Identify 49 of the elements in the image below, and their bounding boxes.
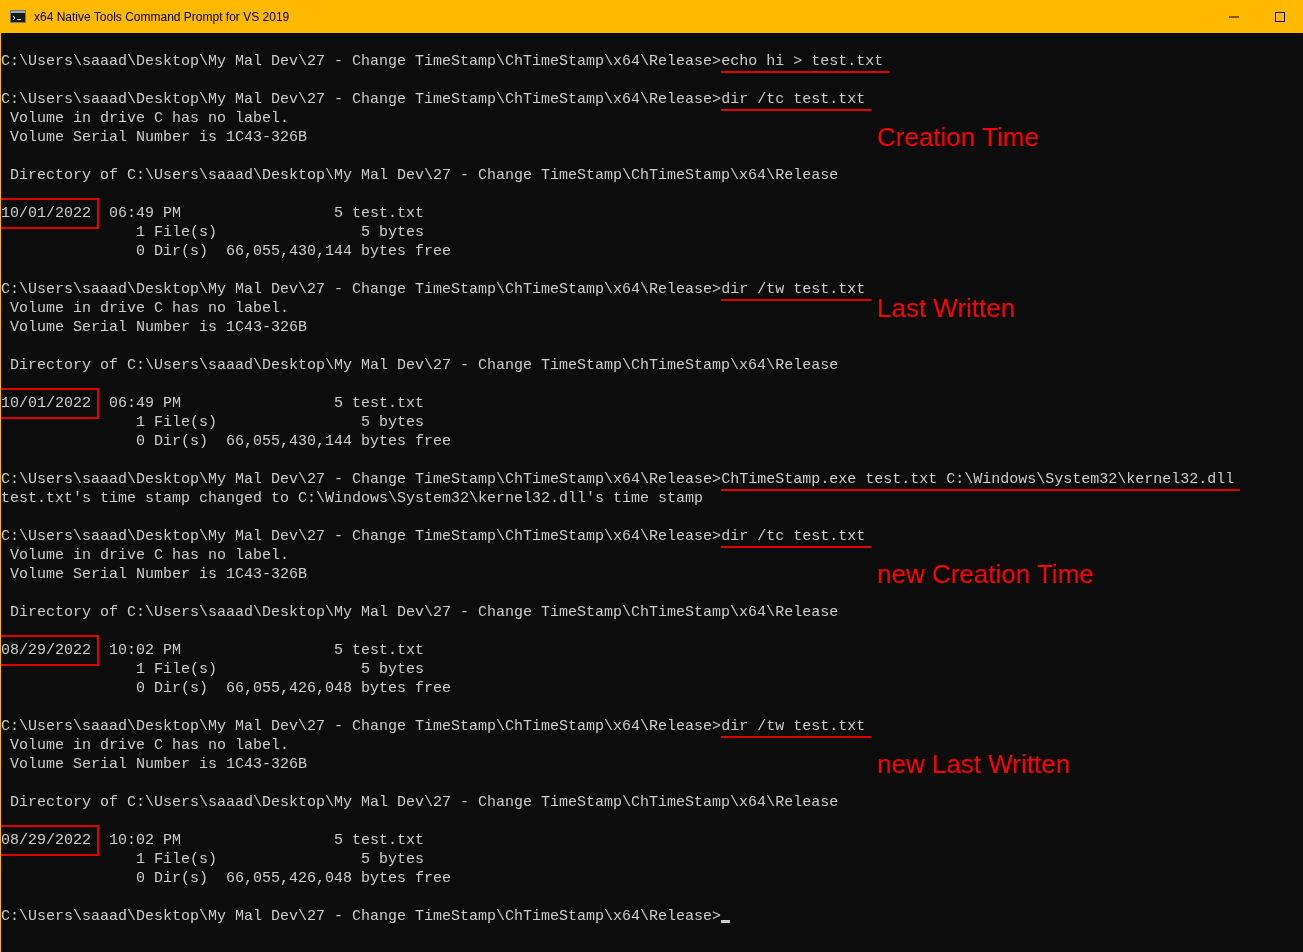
console-output: Volume Serial Number is 1C43-326B: [9, 756, 308, 773]
boxed-date: 10/01/2022: [1, 198, 99, 229]
console-output: Volume in drive C has no label.: [9, 300, 290, 317]
prompt-path: C:\Users\saaad\Desktop\My Mal Dev\27 - Change TimeStamp\ChTimeStamp\x64\Release>: [1, 53, 722, 70]
prompt-path: C:\Users\saaad\Desktop\My Mal Dev\27 - Change TimeStamp\ChTimeStamp\x64\Release>: [1, 471, 722, 488]
prompt-path: C:\Users\saaad\Desktop\My Mal Dev\27 - Change TimeStamp\ChTimeStamp\x64\Release>: [1, 91, 722, 108]
prompt-path: C:\Users\saaad\Desktop\My Mal Dev\27 - Change TimeStamp\ChTimeStamp\x64\Release>: [1, 528, 722, 545]
console-output: 06:49 PM 5 test.txt: [108, 205, 425, 222]
boxed-date: 08/29/2022: [1, 825, 99, 856]
underlined-command: ChTimeStamp.exe test.txt C:\Windows\System32\kernel32.dll: [721, 471, 1241, 491]
underlined-command: dir /tc test.txt: [721, 91, 872, 111]
console-output: Volume in drive C has no label.: [9, 547, 290, 564]
boxed-date: 08/29/2022: [1, 635, 99, 666]
underlined-command: echo hi > test.txt: [721, 53, 890, 73]
console-output: Directory of C:\Users\saaad\Desktop\My Mal Dev\27 - Change TimeStamp\ChTimeStamp\x64\Release: [9, 794, 839, 811]
console-output: 10:02 PM 5 test.txt: [108, 642, 425, 659]
console-output: 10:02 PM 5 test.txt: [108, 832, 425, 849]
console-output: Volume in drive C has no label.: [9, 737, 290, 754]
console-output: Volume Serial Number is 1C43-326B: [9, 129, 308, 146]
annotation-label: Last Written: [877, 298, 1016, 318]
console-output: Volume Serial Number is 1C43-326B: [9, 319, 308, 336]
console-output: 1 File(s) 5 bytes: [135, 661, 425, 678]
window-title: x64 Native Tools Command Prompt for VS 2019: [34, 9, 291, 24]
annotation-label: Creation Time: [877, 127, 1039, 147]
prompt-path: C:\Users\saaad\Desktop\My Mal Dev\27 - Change TimeStamp\ChTimeStamp\x64\Release>: [1, 281, 722, 298]
console-output: test.txt's time stamp changed to C:\Windows\System32\kernel32.dll's time stamp: [1, 490, 704, 507]
underlined-command: dir /tc test.txt: [721, 528, 872, 548]
console-output: Volume in drive C has no label.: [9, 110, 290, 127]
console-output: 0 Dir(s) 66,055,430,144 bytes free: [135, 433, 452, 450]
prompt-path: C:\Users\saaad\Desktop\My Mal Dev\27 - Change TimeStamp\ChTimeStamp\x64\Release>: [1, 718, 722, 735]
console-output: Directory of C:\Users\saaad\Desktop\My Mal Dev\27 - Change TimeStamp\ChTimeStamp\x64\Release: [9, 167, 839, 184]
console-output: Directory of C:\Users\saaad\Desktop\My Mal Dev\27 - Change TimeStamp\ChTimeStamp\x64\Release: [9, 357, 839, 374]
console-app-icon: [10, 10, 26, 23]
underlined-command: dir /tw test.txt: [721, 281, 872, 301]
console-output: 0 Dir(s) 66,055,426,048 bytes free: [135, 870, 452, 887]
underlined-command: dir /tw test.txt: [721, 718, 872, 738]
console-output: 1 File(s) 5 bytes: [135, 224, 425, 241]
console-output: 0 Dir(s) 66,055,430,144 bytes free: [135, 243, 452, 260]
console-output: 1 File(s) 5 bytes: [135, 851, 425, 868]
console-output: 06:49 PM 5 test.txt: [108, 395, 425, 412]
console-output: 0 Dir(s) 66,055,426,048 bytes free: [135, 680, 452, 697]
annotation-label: new Creation Time: [877, 564, 1094, 584]
console-output: 1 File(s) 5 bytes: [135, 414, 425, 431]
console-output: Volume Serial Number is 1C43-326B: [9, 566, 308, 583]
maximize-icon: [1275, 11, 1285, 22]
console-output: Directory of C:\Users\saaad\Desktop\My Mal Dev\27 - Change TimeStamp\ChTimeStamp\x64\Release: [9, 604, 839, 621]
prompt-path: C:\Users\saaad\Desktop\My Mal Dev\27 - Change TimeStamp\ChTimeStamp\x64\Release>: [1, 908, 722, 925]
annotation-label: new Last Written: [877, 754, 1071, 774]
boxed-date: 10/01/2022: [1, 388, 99, 419]
